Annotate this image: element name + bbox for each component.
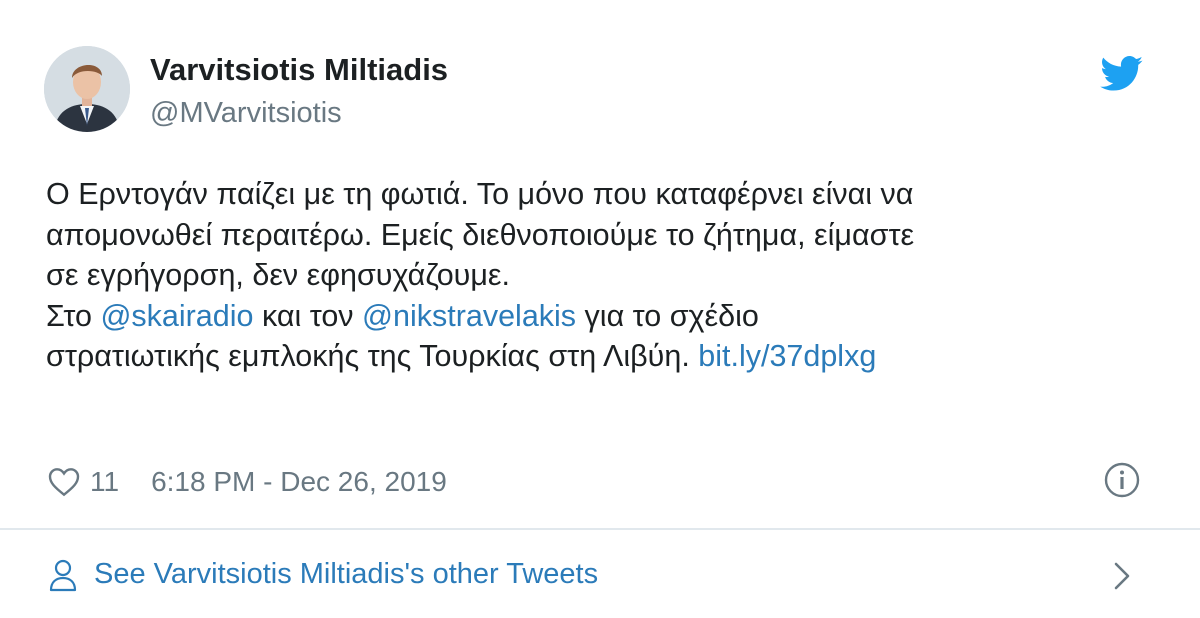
avatar[interactable] [44,46,130,132]
chevron-right-icon[interactable] [1110,560,1134,592]
tweet-text: Ο Ερντογάν παίζει με τη φωτιά. Το μόνο π… [46,174,1156,377]
info-icon[interactable] [1102,460,1142,500]
tweet-text-fragment: και τον [253,298,363,333]
twitter-bird-icon[interactable] [1100,56,1144,92]
mention-nikstravelakis[interactable]: @nikstravelakis [362,299,576,333]
see-other-tweets-label[interactable]: See Varvitsiotis Miltiadis's other Tweet… [94,558,598,591]
tweet-text-fragment: για το σχέδιο [576,298,759,333]
person-icon [49,559,77,592]
avatar-image [44,46,130,132]
author-handle[interactable]: @MVarvitsiotis [150,97,342,130]
tweet-line: απομονωθεί περαιτέρω. Εμείς διεθνοποιούμ… [46,217,915,252]
tweet-line: Ο Ερντογάν παίζει με τη φωτιά. Το μόνο π… [46,177,914,211]
tweet-meta: 11 6:18 PM - Dec 26, 2019 [48,462,447,502]
heart-icon[interactable] [48,467,80,497]
embedded-tweet-card: Varvitsiotis Miltiadis @MVarvitsiotis Ο … [0,0,1200,618]
tweet-text-fragment: Στο [46,298,101,333]
tweet-url-link[interactable]: bit.ly/37dplxg [698,339,876,373]
like-count[interactable]: 11 [90,466,119,498]
mention-skairadio[interactable]: @skairadio [100,299,253,333]
tweet-line: σε εγρήγορση, δεν εφησυχάζουμε. [46,258,511,292]
tweet-timestamp[interactable]: 6:18 PM - Dec 26, 2019 [151,466,447,498]
author-name[interactable]: Varvitsiotis Miltiadis [150,52,448,88]
tweet-line: Στο @skairadio και τον @nikstravelakis γ… [46,296,1156,337]
see-other-tweets-link[interactable]: See Varvitsiotis Miltiadis's other Tweet… [0,530,1200,618]
tweet-text-fragment: στρατιωτικής εμπλοκής της Τουρκίας στη Λ… [46,339,699,373]
tweet-line: στρατιωτικής εμπλοκής της Τουρκίας στη Λ… [46,336,1156,377]
